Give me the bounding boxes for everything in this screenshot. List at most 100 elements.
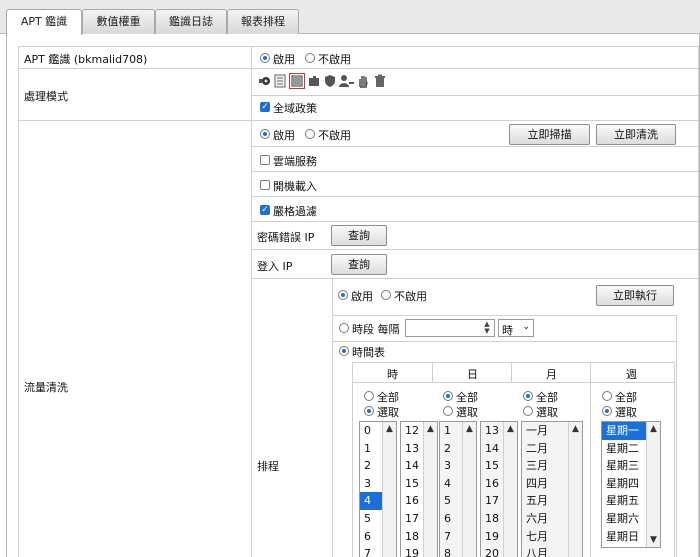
week-select-radio[interactable] — [602, 406, 612, 416]
list-item[interactable]: 14 — [481, 440, 503, 458]
list-item[interactable]: 星期三 — [602, 457, 646, 475]
list-item[interactable]: 七月 — [522, 528, 568, 546]
scroll-up-icon[interactable]: ▲ — [463, 422, 476, 436]
list-item[interactable]: 3 — [440, 457, 462, 475]
boot-load-checkbox[interactable] — [260, 180, 270, 190]
month-select-radio[interactable] — [523, 406, 533, 416]
tab-weights[interactable]: 數值權重 — [82, 9, 155, 34]
puzzle-icon[interactable] — [308, 74, 320, 88]
day-select-radio[interactable] — [443, 406, 453, 416]
list-item[interactable]: 6 — [360, 528, 382, 546]
month-list[interactable]: 一月 二月 三月 四月 五月 六月 七月 八月 ▲ — [521, 421, 583, 557]
global-policy-checkbox[interactable]: ✓ — [260, 102, 270, 112]
list-item[interactable]: 星期日 — [602, 528, 646, 546]
month-list-scrollbar[interactable]: ▲ — [568, 422, 582, 557]
strict-filter-checkbox[interactable]: ✓ — [260, 205, 270, 215]
login-ip-query-button[interactable]: 查詢 — [331, 254, 387, 275]
scroll-up-icon[interactable]: ▲ — [424, 422, 437, 436]
list-item[interactable]: 星期四 — [602, 475, 646, 493]
period-input[interactable]: ▲ ▼ — [405, 319, 495, 337]
apt-enable-radio[interactable] — [260, 53, 270, 63]
period-stepper[interactable]: ▲ ▼ — [481, 321, 493, 335]
hour-list-1[interactable]: 0 1 2 3 4 5 6 7 ▲ — [359, 421, 397, 557]
list-item[interactable]: 12 — [401, 422, 423, 440]
run-now-button[interactable]: 立即執行 — [596, 285, 674, 306]
list-item[interactable]: 5 — [440, 492, 462, 510]
trash-icon[interactable] — [374, 74, 386, 88]
list-item-selected[interactable]: 星期一 — [602, 422, 646, 440]
hand-icon[interactable] — [357, 74, 369, 88]
week-list-scrollbar[interactable]: ▲ ▼ — [646, 422, 660, 547]
list-item[interactable]: 19 — [481, 528, 503, 546]
period-unit-select[interactable]: 時 ⌄ — [498, 319, 534, 337]
list-item[interactable]: 一月 — [522, 422, 568, 440]
scroll-up-icon[interactable]: ▲ — [383, 422, 396, 436]
tab-apt-forensics[interactable]: APT 鑑識 — [6, 9, 82, 35]
list-item[interactable]: 16 — [481, 475, 503, 493]
camera-icon[interactable] — [259, 74, 271, 88]
list-item[interactable]: 8 — [440, 545, 462, 557]
traffic-disable-radio[interactable] — [305, 129, 315, 139]
list-item[interactable]: 7 — [440, 528, 462, 546]
list-item[interactable]: 六月 — [522, 510, 568, 528]
hour-list-2[interactable]: 12 13 14 15 16 17 18 19 ▲ — [400, 421, 438, 557]
scroll-up-icon[interactable]: ▲ — [504, 422, 517, 436]
period-radio[interactable] — [339, 323, 349, 333]
pwd-error-ip-query-button[interactable]: 查詢 — [331, 225, 387, 246]
tab-forensics-log[interactable]: 鑑識日誌 — [155, 9, 227, 34]
hour-all-radio[interactable] — [364, 391, 374, 401]
day-list-2-scrollbar[interactable]: ▲ — [503, 422, 517, 557]
day-list-1-scrollbar[interactable]: ▲ — [462, 422, 476, 557]
list-item[interactable]: 18 — [401, 528, 423, 546]
clean-now-button[interactable]: 立即清洗 — [596, 124, 676, 145]
hour-select-radio[interactable] — [364, 406, 374, 416]
scroll-up-icon[interactable]: ▲ — [647, 422, 660, 436]
list-item[interactable]: 星期五 — [602, 492, 646, 510]
day-list-2[interactable]: 13 14 15 16 17 18 19 20 ▲ — [480, 421, 518, 557]
list-item[interactable]: 0 — [360, 422, 382, 440]
month-all-radio[interactable] — [523, 391, 533, 401]
scroll-up-icon[interactable]: ▲ — [569, 422, 582, 436]
schedule-enable-radio[interactable] — [338, 290, 348, 300]
list-item[interactable]: 19 — [401, 545, 423, 557]
notes-icon[interactable] — [274, 74, 286, 88]
list-item[interactable]: 17 — [481, 492, 503, 510]
list-item-selected[interactable]: 4 — [360, 492, 382, 510]
tab-report-schedule[interactable]: 報表排程 — [227, 9, 299, 34]
list-item[interactable]: 4 — [440, 475, 462, 493]
timetable-radio[interactable] — [339, 346, 349, 356]
schedule-disable-radio[interactable] — [381, 290, 391, 300]
list-item[interactable]: 13 — [481, 422, 503, 440]
list-item[interactable]: 三月 — [522, 457, 568, 475]
list-item[interactable]: 3 — [360, 475, 382, 493]
cloud-service-checkbox[interactable] — [260, 155, 270, 165]
list-item[interactable]: 星期二 — [602, 440, 646, 458]
day-list-1[interactable]: 1 2 3 4 5 6 7 8 ▲ — [439, 421, 477, 557]
week-list[interactable]: 星期一 星期二 星期三 星期四 星期五 星期六 星期日 ▲ ▼ — [601, 421, 661, 548]
list-item[interactable]: 7 — [360, 545, 382, 557]
hour-list-2-scrollbar[interactable]: ▲ — [423, 422, 437, 557]
list-item[interactable]: 1 — [360, 440, 382, 458]
list-item[interactable]: 14 — [401, 457, 423, 475]
apt-disable-radio[interactable] — [305, 53, 315, 63]
week-all-radio[interactable] — [602, 391, 612, 401]
user-key-icon[interactable] — [339, 74, 355, 88]
list-item[interactable]: 18 — [481, 510, 503, 528]
list-item[interactable]: 五月 — [522, 492, 568, 510]
scroll-down-icon[interactable]: ▼ — [647, 533, 660, 547]
list-item[interactable]: 20 — [481, 545, 503, 557]
list-item[interactable]: 17 — [401, 510, 423, 528]
shield-icon[interactable] — [324, 74, 336, 88]
list-item[interactable]: 15 — [481, 457, 503, 475]
list-item[interactable]: 15 — [401, 475, 423, 493]
scan-now-button[interactable]: 立即掃描 — [509, 124, 590, 145]
list-item[interactable]: 1 — [440, 422, 462, 440]
list-item[interactable]: 13 — [401, 440, 423, 458]
list-item[interactable]: 16 — [401, 492, 423, 510]
list-item[interactable]: 6 — [440, 510, 462, 528]
list-item[interactable]: 5 — [360, 510, 382, 528]
list-item[interactable]: 2 — [440, 440, 462, 458]
list-item[interactable]: 二月 — [522, 440, 568, 458]
hour-list-1-scrollbar[interactable]: ▲ — [382, 422, 396, 557]
calendar-icon[interactable] — [289, 73, 305, 89]
